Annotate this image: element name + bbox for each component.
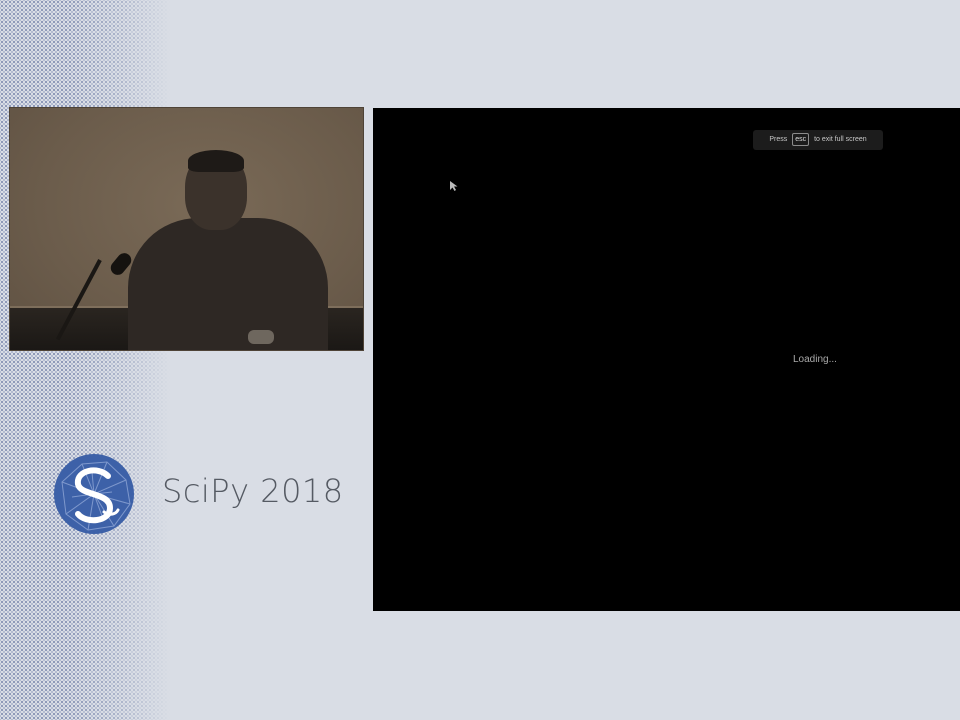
presenter-hair	[188, 150, 244, 172]
fullscreen-notice: Press esc to exit full screen	[753, 130, 883, 150]
presenter-body	[128, 218, 328, 350]
presenter-video	[10, 108, 363, 350]
screen-share-area: Press esc to exit full screen Loading...	[373, 108, 960, 611]
conference-title: SciPy 2018	[162, 472, 344, 510]
mouse-cursor-icon	[450, 178, 458, 191]
loading-status: Loading...	[793, 354, 837, 365]
scipy-logo-icon	[52, 452, 136, 536]
fullscreen-notice-prefix: Press	[769, 136, 788, 143]
esc-key-badge: esc	[792, 133, 810, 146]
fullscreen-notice-suffix: to exit full screen	[814, 136, 867, 143]
presenter-hand	[248, 330, 274, 344]
